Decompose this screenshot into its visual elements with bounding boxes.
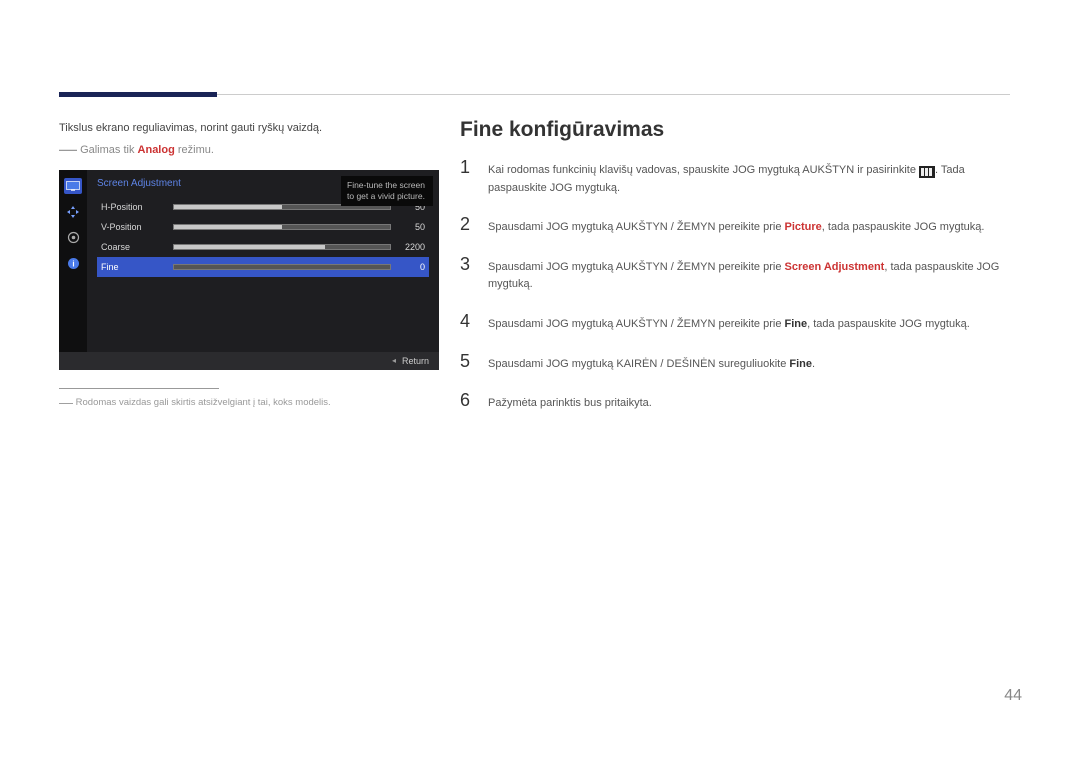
right-column: Fine konfigūravimas 1 Kai rodomas funkci… [460, 118, 1010, 431]
osd-row-label: Coarse [101, 242, 173, 252]
back-arrow-icon: ◂ [392, 356, 396, 365]
osd-slider [173, 264, 391, 270]
page-heading: Fine konfigūravimas [460, 118, 1010, 142]
osd-row-label: H-Position [101, 202, 173, 212]
svg-text:i: i [72, 260, 74, 269]
page-number: 44 [1004, 687, 1022, 705]
osd-slider [173, 224, 391, 230]
osd-row-label: Fine [101, 262, 173, 272]
step-text: Spausdami JOG mygtuką AUKŠTYN / ŽEMYN pe… [488, 259, 1010, 294]
osd-row: Fine 0 [97, 257, 429, 277]
step-text: Spausdami JOG mygtuką AUKŠTYN / ŽEMYN pe… [488, 316, 1010, 334]
step-2: 2 Spausdami JOG mygtuką AUKŠTYN / ŽEMYN … [460, 215, 1010, 237]
left-column: Tikslus ekrano reguliavimas, norint gaut… [59, 120, 439, 408]
step-1: 1 Kai rodomas funkcinių klavišų vadovas,… [460, 158, 1010, 197]
osd-tooltip: Fine-tune the screen to get a vivid pict… [341, 176, 433, 206]
footnote: ― Rodomas vaizdas gali skirtis atsižvelg… [59, 397, 439, 408]
steps-list: 1 Kai rodomas funkcinių klavišų vadovas,… [460, 158, 1010, 413]
gear-icon [64, 230, 82, 246]
osd-slider [173, 244, 391, 250]
step-text: Spausdami JOG mygtuką AUKŠTYN / ŽEMYN pe… [488, 219, 1010, 237]
note-bold: Analog [138, 144, 175, 156]
step-4: 4 Spausdami JOG mygtuką AUKŠTYN / ŽEMYN … [460, 312, 1010, 334]
osd-screenshot: i Screen Adjustment H-Position50V-Positi… [59, 170, 439, 370]
osd-row-value: 2200 [391, 242, 425, 252]
step-number: 4 [460, 312, 474, 330]
osd-row-value: 50 [391, 222, 425, 232]
info-icon: i [64, 256, 82, 272]
page-divider-accent [59, 92, 217, 97]
availability-note: ― Galimas tik Analog režimu. [59, 144, 439, 156]
step-3: 3 Spausdami JOG mygtuką AUKŠTYN / ŽEMYN … [460, 255, 1010, 294]
step-number: 1 [460, 158, 474, 176]
osd-footer: ◂ Return [59, 352, 439, 370]
note-pre: Galimas tik [80, 144, 137, 156]
step-6: 6 Pažymėta parinktis bus pritaikyta. [460, 391, 1010, 413]
return-label: Return [402, 356, 429, 366]
note-post: režimu. [175, 144, 214, 156]
step-number: 5 [460, 352, 474, 370]
footnote-text: Rodomas vaizdas gali skirtis atsižvelgia… [76, 397, 331, 408]
osd-row: V-Position 50 [97, 217, 429, 237]
step-number: 2 [460, 215, 474, 233]
menu-icon [919, 166, 935, 178]
step-5: 5 Spausdami JOG mygtuką KAIRĖN / DEŠINĖN… [460, 352, 1010, 374]
monitor-icon [64, 178, 82, 194]
step-text: Pažymėta parinktis bus pritaikyta. [488, 395, 1010, 413]
intro-text: Tikslus ekrano reguliavimas, norint gaut… [59, 120, 439, 138]
step-text: Spausdami JOG mygtuką KAIRĖN / DEŠINĖN s… [488, 356, 1010, 374]
osd-panel: Screen Adjustment H-Position50V-Position… [87, 170, 439, 352]
step-number: 6 [460, 391, 474, 409]
arrows-icon [64, 204, 82, 220]
osd-row: Coarse 2200 [97, 237, 429, 257]
osd-row-label: V-Position [101, 222, 173, 232]
step-number: 3 [460, 255, 474, 273]
osd-row-value: 0 [391, 262, 425, 272]
footnote-divider [59, 388, 219, 389]
osd-sidebar: i [59, 170, 87, 352]
step-text: Kai rodomas funkcinių klavišų vadovas, s… [488, 162, 1010, 197]
